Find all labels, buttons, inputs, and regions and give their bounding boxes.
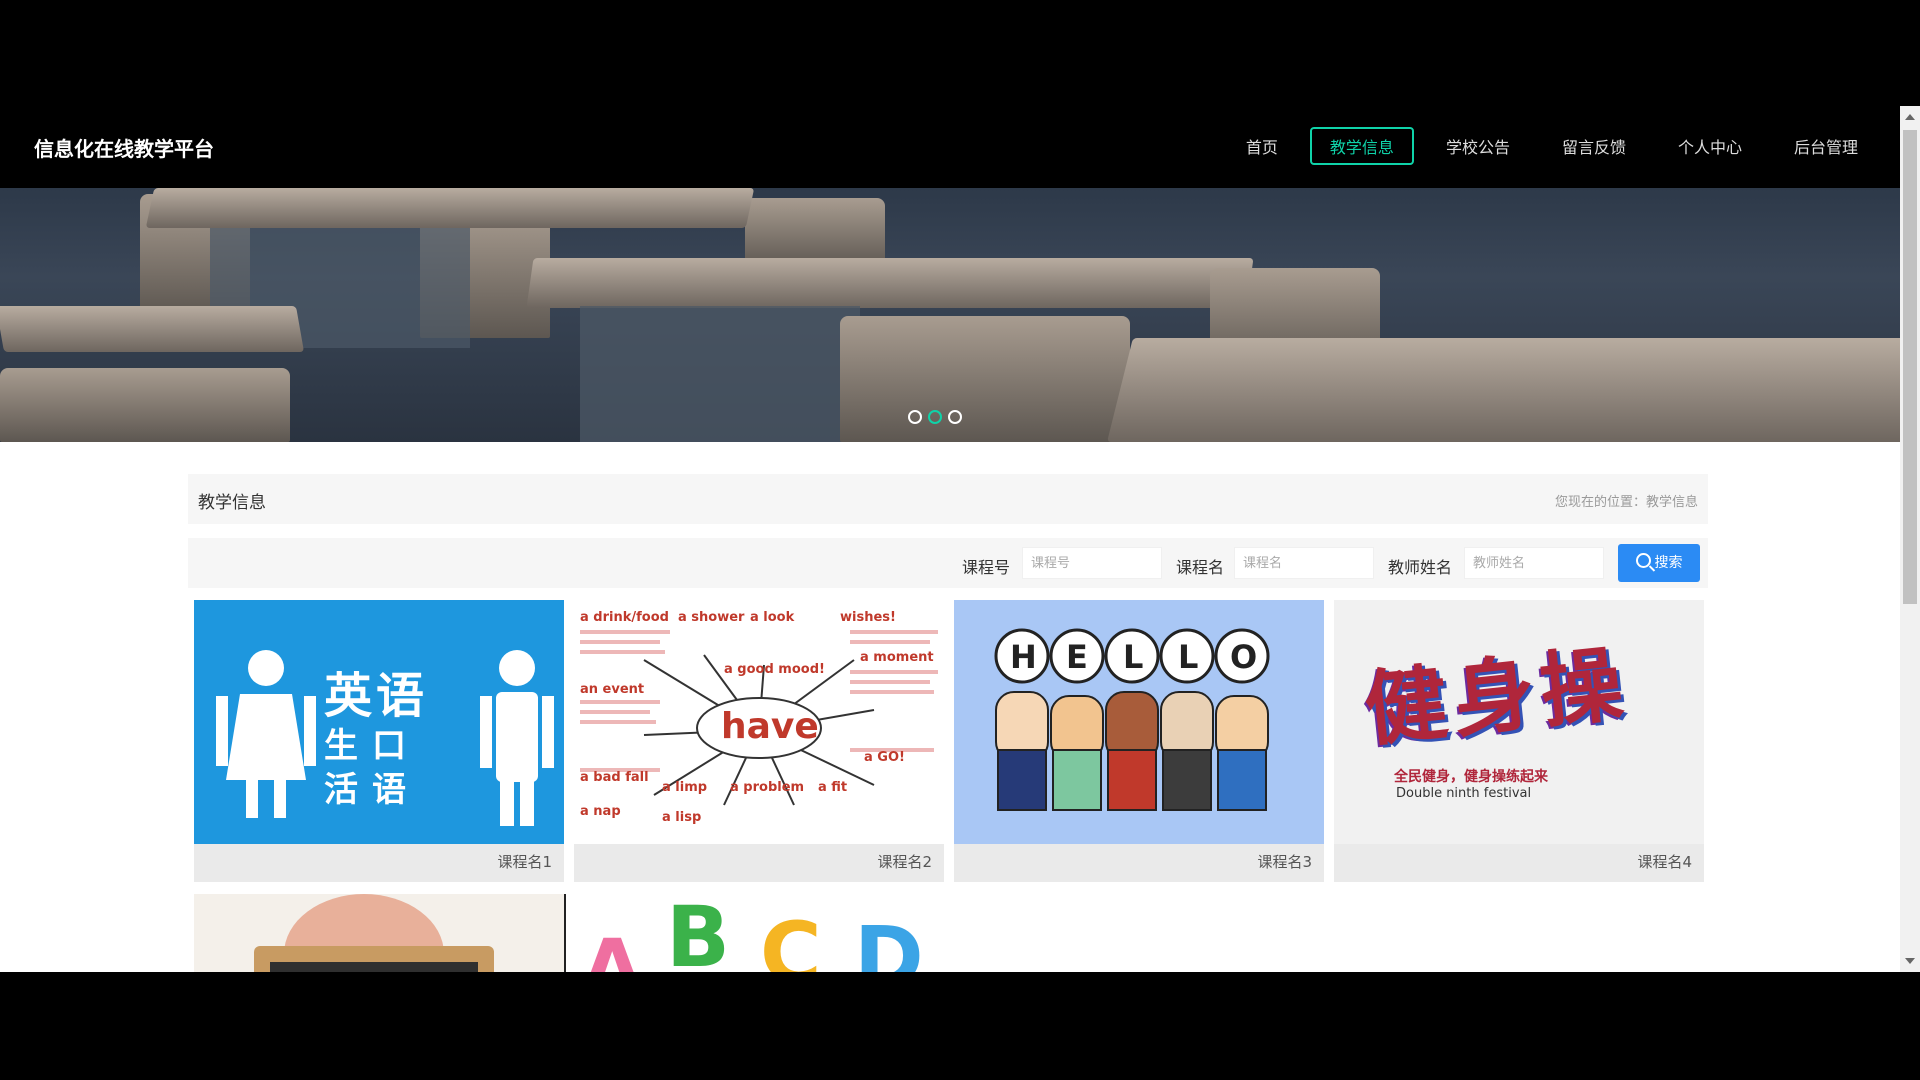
vertical-scrollbar[interactable]: [1900, 106, 1920, 972]
teacher-name-label: 教师姓名: [1388, 558, 1453, 577]
course-card-4[interactable]: 健身操 全民健身，健身操练起来 Double ninth festival 课程…: [1334, 600, 1704, 882]
card-1-image-text-1: 英语: [324, 668, 429, 724]
card-separator: [564, 894, 566, 972]
banner-chair: [0, 368, 290, 442]
scroll-thumb[interactable]: [1903, 130, 1917, 604]
card-2-image-text-limp: a limp: [662, 780, 708, 795]
banner-desk: [580, 306, 860, 442]
banner-chair: [840, 316, 1130, 442]
course-card-2[interactable]: have a drink/food a shower a look wishes…: [574, 600, 944, 882]
card-6-letter-d: D: [854, 908, 924, 972]
banner-desk: [1107, 338, 1900, 442]
course-card-4-title[interactable]: 课程名4: [1637, 851, 1692, 872]
card-1-image-text-3: 活语: [324, 770, 420, 810]
card-4-slogan: 全民健身，健身操练起来: [1394, 769, 1548, 785]
card-2-image-text-look: a look: [750, 610, 795, 625]
banner-desk: [145, 188, 755, 228]
course-card-1-title[interactable]: 课程名1: [497, 851, 552, 872]
carousel-dot-1[interactable]: [908, 410, 922, 424]
teacher-portrait-graphic: [254, 894, 494, 972]
course-card-1[interactable]: 英语 生口 活语 课程名1: [194, 600, 564, 882]
browser-viewport: 信息化在线教学平台 首页 教学信息 学校公告 留言反馈 个人中心 后台管理 教学: [0, 106, 1920, 972]
course-image-2[interactable]: have a drink/food a shower a look wishes…: [574, 600, 944, 844]
course-card-5[interactable]: [194, 894, 564, 972]
breadcrumb: 您现在的位置：教学信息: [1554, 495, 1698, 510]
course-name-label: 课程名: [1176, 558, 1225, 577]
search-button[interactable]: 搜索: [1618, 544, 1700, 582]
course-card-2-title[interactable]: 课程名2: [877, 851, 932, 872]
section-header: 教学信息 您现在的位置：教学信息: [188, 474, 1708, 524]
nav-school-notice[interactable]: 学校公告: [1426, 127, 1530, 165]
course-card-6[interactable]: A B C D: [574, 894, 944, 972]
course-image-3[interactable]: H E L L O: [954, 600, 1324, 844]
card-2-image-text-shower: a shower: [678, 610, 745, 625]
course-no-label: 课程号: [962, 558, 1011, 577]
card-2-image-text-fit: a fit: [818, 780, 848, 795]
card-6-letter-a: A: [582, 924, 643, 972]
card-4-subtitle: Double ninth festival: [1396, 786, 1532, 801]
hello-kids-graphic: [994, 628, 1270, 811]
card-2-image-text-moment: a moment: [860, 650, 934, 665]
search-icon: [1635, 553, 1651, 568]
card-3-letter-h: H: [1010, 638, 1037, 676]
scroll-down-icon[interactable]: [1905, 958, 1915, 964]
nav-personal-center[interactable]: 个人中心: [1658, 127, 1762, 165]
course-card-3[interactable]: H E L L O 课程名3: [954, 600, 1324, 882]
course-name-input[interactable]: [1234, 547, 1374, 579]
scroll-up-icon[interactable]: [1905, 114, 1915, 120]
course-card-3-title[interactable]: 课程名3: [1257, 851, 1312, 872]
card-2-image-text-fall: a bad fall: [580, 770, 649, 785]
nav-home[interactable]: 首页: [1226, 127, 1298, 165]
course-no-input[interactable]: [1022, 547, 1162, 579]
carousel-dot-3[interactable]: [948, 410, 962, 424]
card-2-image-text-lisp: a lisp: [662, 810, 702, 825]
card-6-letter-b: B: [666, 894, 731, 972]
card-3-letter-l1: L: [1123, 638, 1144, 676]
nav-teaching-info[interactable]: 教学信息: [1309, 127, 1414, 165]
card-2-image-text-drink: a drink/food: [580, 610, 669, 625]
search-button-label: 搜索: [1654, 555, 1683, 571]
carousel-dot-2[interactable]: [928, 410, 942, 424]
card-1-image-text-2: 生口: [324, 718, 420, 767]
card-3-letter-o: O: [1230, 638, 1258, 676]
card-2-image-text-wishes: wishes!: [840, 610, 896, 625]
card-6-letter-c: C: [760, 904, 822, 972]
teacher-name-input[interactable]: [1464, 547, 1604, 579]
card-2-image-text-mood: a good mood!: [724, 662, 825, 677]
nav-admin[interactable]: 后台管理: [1774, 127, 1878, 165]
section-title: 教学信息: [198, 493, 266, 513]
banner-desk: [0, 306, 305, 352]
card-2-image-text-have: have: [721, 706, 819, 747]
card-2-image-text-problem: a problem: [730, 780, 805, 795]
top-navigation-bar: 信息化在线教学平台 首页 教学信息 学校公告 留言反馈 个人中心 后台管理: [0, 106, 1900, 188]
card-3-letter-e: E: [1066, 638, 1088, 676]
carousel-indicators: [908, 410, 962, 424]
card-3-letter-l2: L: [1178, 638, 1199, 676]
site-title[interactable]: 信息化在线教学平台: [34, 133, 214, 162]
banner-carousel[interactable]: [0, 188, 1900, 442]
card-2-image-text-event: an event: [580, 682, 645, 697]
card-2-image-text-nap: a nap: [580, 804, 621, 819]
nav-feedback[interactable]: 留言反馈: [1542, 127, 1646, 165]
main-nav: 首页 教学信息 学校公告 留言反馈 个人中心 后台管理: [1220, 127, 1878, 165]
search-bar: 课程号 课程名 教师姓名 搜索: [188, 538, 1708, 588]
course-image-4[interactable]: 健身操 全民健身，健身操练起来 Double ninth festival: [1334, 600, 1704, 844]
card-4-calligraphy: 健身操: [1360, 636, 1634, 759]
card-2-image-text-go: a GO!: [864, 750, 905, 765]
banner-desk: [526, 258, 1254, 308]
course-image-1[interactable]: 英语 生口 活语: [194, 600, 564, 844]
